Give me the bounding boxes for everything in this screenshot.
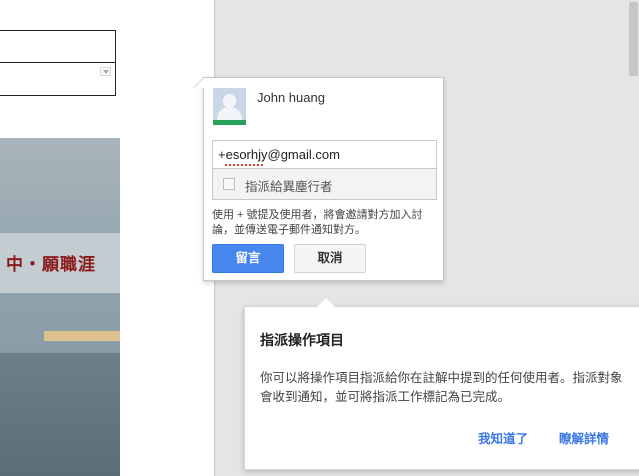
learn-more-link[interactable]: 瞭解詳情 bbox=[559, 428, 609, 447]
info-card-body: 你可以將操作項目指派給你在註解中提到的任何使用者。指派對象會收到通知，並可將指派… bbox=[260, 371, 623, 404]
comment-popup: John huang 指派給異塵行者 使用 + 號提及使用者，將會邀請對方加入討… bbox=[193, 77, 444, 281]
avatar-status-bar bbox=[213, 120, 246, 125]
avatar-body bbox=[217, 107, 242, 121]
info-card-arrow bbox=[317, 298, 335, 307]
scrollbar-track[interactable] bbox=[628, 0, 639, 300]
chevron-down-icon[interactable] bbox=[100, 67, 111, 76]
scrollbar-thumb[interactable] bbox=[629, 2, 638, 76]
document-photo[interactable]: 中・願職涯 bbox=[0, 138, 120, 476]
photo-floor bbox=[0, 353, 120, 476]
assign-option[interactable]: 指派給異塵行者 bbox=[212, 168, 437, 200]
cancel-button[interactable]: 取消 bbox=[294, 244, 366, 273]
got-it-link[interactable]: 我知道了 bbox=[478, 428, 528, 447]
mention-hint-text: 使用 + 號提及使用者，將會邀請對方加入討論，並傳送電子郵件通知對方。 bbox=[212, 209, 423, 236]
document-page[interactable]: 中・願職涯 bbox=[0, 0, 214, 476]
popup-arrow bbox=[194, 78, 204, 88]
default-user-avatar-icon bbox=[213, 88, 246, 125]
info-card-title: 指派操作項目 bbox=[260, 332, 344, 348]
table-divider bbox=[0, 62, 116, 63]
avatar-head bbox=[223, 94, 236, 108]
spellcheck-underline bbox=[225, 164, 264, 166]
document-table[interactable] bbox=[0, 30, 116, 96]
assign-label: 指派給異塵行者 bbox=[245, 180, 333, 194]
user-name: John huang bbox=[257, 90, 325, 105]
photo-sign-text: 中・願職涯 bbox=[6, 255, 96, 275]
photo-counter bbox=[44, 331, 120, 341]
assign-checkbox[interactable] bbox=[223, 178, 235, 190]
comment-button[interactable]: 留言 bbox=[212, 244, 284, 273]
assign-action-info-card: 指派操作項目 你可以將操作項目指派給你在註解中提到的任何使用者。指派對象會收到通… bbox=[244, 298, 639, 470]
